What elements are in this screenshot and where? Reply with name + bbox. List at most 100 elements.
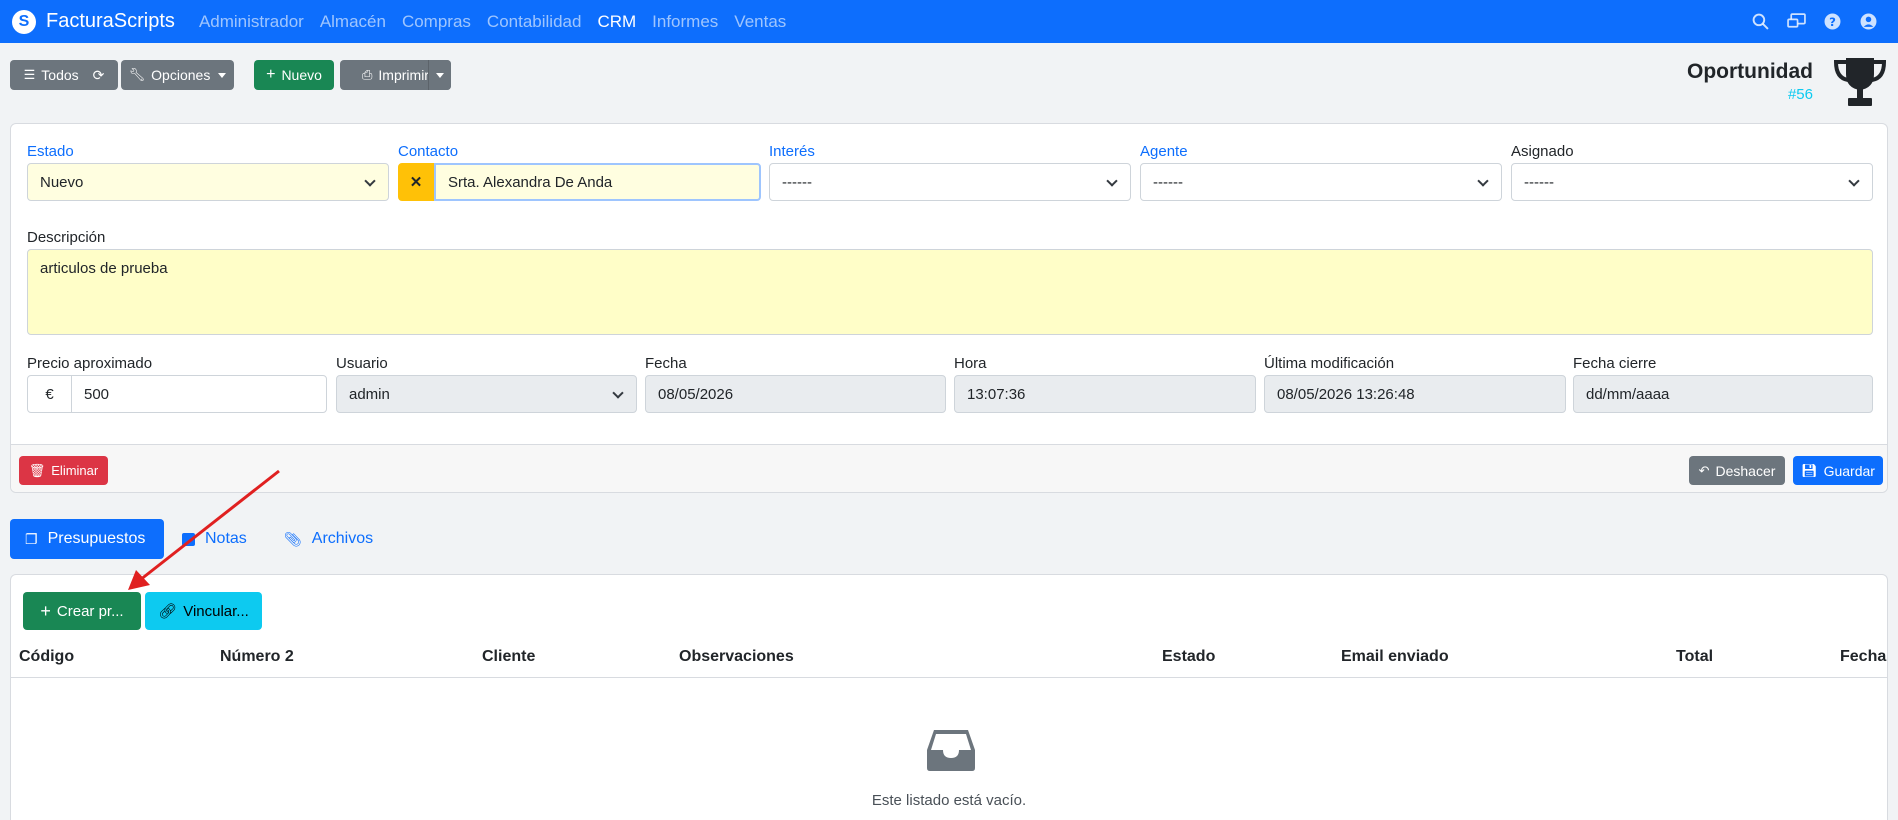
plus-icon: + [266, 66, 276, 83]
precio-label: Precio aproximado [27, 355, 153, 372]
refresh-icon[interactable]: ⟳ [93, 67, 105, 84]
ultima-modificacion-label: Última modificación [1264, 355, 1395, 372]
chevron-down-icon [436, 72, 444, 78]
imprimir-dropdown-toggle[interactable] [428, 60, 451, 90]
paperclip-icon: 📎︎ [284, 530, 302, 547]
vincular-label: Vincular... [183, 602, 249, 620]
descripcion-textarea[interactable]: articulos de prueba [27, 249, 1873, 335]
sticky-note-icon [182, 532, 195, 546]
column-header-numero2[interactable]: Número 2 [220, 648, 294, 666]
wrench-icon: 🔧︎ [128, 67, 146, 82]
brand-logo-icon: S [12, 9, 36, 34]
tab-archivos-label: Archivos [311, 530, 374, 547]
guardar-button[interactable]: 💾︎ Guardar [1793, 456, 1883, 485]
asignado-label: Asignado [1511, 143, 1574, 160]
interes-label[interactable]: Interés [769, 143, 815, 160]
precio-input[interactable]: 500 [71, 375, 327, 413]
opciones-button[interactable]: 🔧︎ Opciones [121, 60, 234, 90]
list-icon: ☰ [23, 67, 36, 82]
printer-icon: ⎙ [362, 67, 373, 82]
help-icon[interactable]: ? [1822, 12, 1842, 32]
agente-label[interactable]: Agente [1140, 143, 1188, 160]
chevron-down-icon [218, 72, 227, 78]
vincular-button[interactable]: 🔗︎ Vincular... [145, 592, 262, 630]
menu-item-contabilidad[interactable]: Contabilidad [487, 12, 582, 32]
column-header-email-enviado[interactable]: Email enviado [1341, 648, 1449, 666]
contacto-value: Srta. Alexandra De Anda [448, 173, 613, 191]
menu-item-administrador[interactable]: Administrador [199, 12, 304, 32]
tab-archivos[interactable]: 📎︎ Archivos [284, 519, 373, 559]
column-header-observaciones[interactable]: Observaciones [679, 648, 794, 666]
estado-value: Nuevo [40, 173, 84, 191]
tab-notas-label: Notas [205, 530, 247, 547]
nuevo-button[interactable]: + Nuevo [254, 60, 334, 90]
todos-label: Todos [41, 67, 79, 83]
deshacer-label: Deshacer [1715, 462, 1776, 479]
column-header-total[interactable]: Total [1676, 648, 1713, 666]
agente-select[interactable]: ------ [1140, 163, 1502, 201]
asignado-select[interactable]: ------ [1511, 163, 1873, 201]
agente-value: ------ [1153, 173, 1183, 191]
fecha-cierre-input[interactable]: dd/mm/aaaa [1573, 375, 1873, 413]
currency-symbol: € [45, 385, 54, 403]
record-number: #56 [1787, 86, 1813, 103]
nuevo-label: Nuevo [281, 67, 322, 83]
copy-icon: ❐ [25, 530, 38, 547]
contacto-label[interactable]: Contacto [398, 143, 458, 160]
tab-notas[interactable]: Notas [182, 519, 247, 559]
chat-icon[interactable] [1786, 12, 1806, 32]
chevron-down-icon [1848, 175, 1860, 187]
interes-select[interactable]: ------ [769, 163, 1131, 201]
fecha-label: Fecha [645, 355, 687, 372]
chevron-down-icon [364, 175, 376, 187]
clear-contact-button[interactable]: ✕ [398, 163, 434, 201]
usuario-label: Usuario [336, 355, 388, 372]
empty-list-message: Este listado está vacío. [871, 792, 1027, 809]
close-icon: ✕ [409, 174, 423, 191]
undo-icon: ↶ [1698, 462, 1710, 478]
menu-item-ventas[interactable]: Ventas [734, 12, 786, 32]
inbox-icon [927, 730, 975, 771]
column-header-estado[interactable]: Estado [1162, 648, 1215, 666]
link-icon: 🔗︎ [158, 603, 178, 620]
deshacer-button[interactable]: ↶ Deshacer [1689, 456, 1785, 485]
crear-label: Crear pr... [56, 602, 124, 620]
ultima-modificacion-input[interactable]: 08/05/2026 13:26:48 [1264, 375, 1566, 413]
user-icon[interactable] [1858, 12, 1878, 32]
fecha-cierre-placeholder: dd/mm/aaaa [1586, 385, 1670, 403]
menu-item-compras[interactable]: Compras [402, 12, 471, 32]
fecha-cierre-label: Fecha cierre [1573, 355, 1657, 372]
tab-presupuestos-label: Presupuestos [47, 530, 146, 547]
menu-item-almacen[interactable]: Almacén [320, 12, 386, 32]
estado-label[interactable]: Estado [27, 143, 74, 160]
brand[interactable]: S FacturaScripts [12, 9, 175, 34]
search-icon[interactable] [1750, 12, 1770, 32]
form-footer [11, 444, 1887, 492]
descripcion-label: Descripción [27, 229, 106, 246]
top-navbar: S FacturaScripts Administrador Almacén C… [0, 0, 1898, 43]
menu-item-informes[interactable]: Informes [652, 12, 718, 32]
hora-input[interactable]: 13:07:36 [954, 375, 1256, 413]
chevron-down-icon [612, 387, 624, 399]
estado-select[interactable]: Nuevo [27, 163, 389, 201]
currency-addon: € [27, 375, 72, 413]
usuario-select[interactable]: admin [336, 375, 637, 413]
chevron-down-icon [1477, 175, 1489, 187]
imprimir-label: Imprimir [378, 67, 429, 83]
crear-presupuesto-button[interactable]: + Crear pr... [23, 592, 141, 630]
column-header-fecha[interactable]: Fecha [1840, 648, 1886, 666]
guardar-label: Guardar [1823, 462, 1875, 479]
main-menu: Administrador Almacén Compras Contabilid… [199, 12, 802, 32]
svg-text:?: ? [1829, 15, 1836, 29]
column-header-codigo[interactable]: Código [19, 648, 74, 666]
todos-button[interactable]: ☰ Todos ⟳ [10, 60, 118, 90]
opciones-label: Opciones [151, 67, 211, 83]
plus-icon: + [40, 600, 51, 621]
hora-label: Hora [954, 355, 987, 372]
column-header-cliente[interactable]: Cliente [482, 648, 535, 666]
tab-presupuestos[interactable]: ❐ Presupuestos [10, 519, 164, 559]
fecha-input[interactable]: 08/05/2026 [645, 375, 946, 413]
eliminar-button[interactable]: 🗑︎ Eliminar [19, 456, 108, 485]
contacto-input[interactable]: Srta. Alexandra De Anda [434, 163, 761, 201]
menu-item-crm[interactable]: CRM [597, 12, 636, 32]
